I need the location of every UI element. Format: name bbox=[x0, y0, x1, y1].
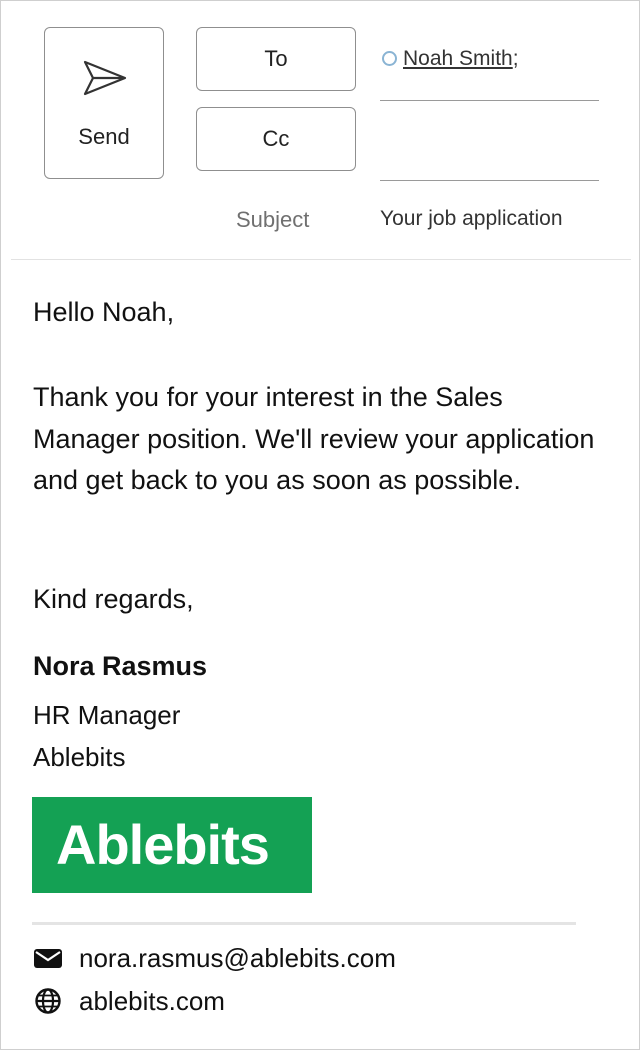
signature-website-link[interactable]: ablebits.com bbox=[79, 986, 225, 1016]
company-logo: Ablebits bbox=[32, 797, 312, 893]
to-field[interactable] bbox=[380, 100, 599, 101]
send-icon bbox=[83, 60, 127, 96]
signature-company: Ablebits bbox=[33, 742, 126, 772]
body-paragraph: Thank you for your interest in the Sales… bbox=[33, 382, 595, 495]
to-recipient-chip[interactable]: Noah Smith; bbox=[382, 47, 519, 71]
subject-field[interactable]: Your job application bbox=[380, 207, 563, 231]
closing-text: Kind regards, bbox=[33, 584, 194, 614]
cc-field[interactable] bbox=[380, 180, 599, 181]
cc-button[interactable]: Cc bbox=[196, 107, 356, 171]
recipient-separator: ; bbox=[512, 47, 519, 70]
signature-title: HR Manager bbox=[33, 700, 181, 730]
globe-icon bbox=[35, 988, 61, 1014]
envelope-icon bbox=[34, 949, 62, 968]
email-compose-window: Send To Cc Noah Smith; Subject Your job … bbox=[0, 0, 640, 1050]
header-divider bbox=[11, 259, 631, 260]
signature-website-row: ablebits.com bbox=[33, 986, 225, 1017]
signature-email-row: nora.rasmus@ablebits.com bbox=[33, 943, 396, 974]
signature-divider bbox=[32, 922, 576, 925]
greeting-text: Hello Noah, bbox=[33, 297, 175, 327]
send-button[interactable]: Send bbox=[44, 27, 164, 179]
signature-name: Nora Rasmus bbox=[33, 651, 208, 681]
send-button-label: Send bbox=[78, 124, 130, 149]
recipient-name[interactable]: Noah Smith bbox=[403, 47, 513, 70]
signature-email-link[interactable]: nora.rasmus@ablebits.com bbox=[79, 943, 396, 973]
subject-label: Subject bbox=[236, 207, 310, 232]
presence-status-icon bbox=[382, 51, 397, 66]
to-button[interactable]: To bbox=[196, 27, 356, 91]
